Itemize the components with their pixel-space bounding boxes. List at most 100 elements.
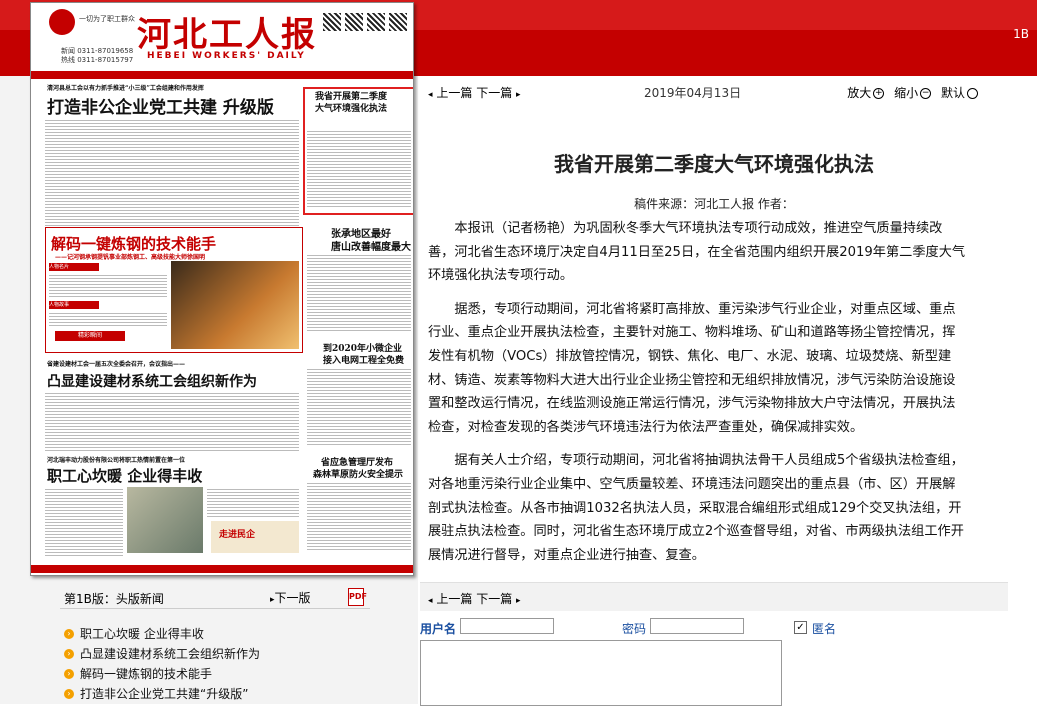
zhang-headline-line2: 唐山改善幅度最大 xyxy=(331,242,411,253)
comment-textarea[interactable] xyxy=(420,640,782,706)
next-version-label: 下一版 xyxy=(274,591,311,605)
next-article-link[interactable]: 下一篇 xyxy=(476,86,512,100)
zoom-in-button[interactable]: 放大 + xyxy=(847,86,885,100)
list-item[interactable]: › 打造非公企业党工共建“升级版” xyxy=(62,684,372,704)
article-paragraph: 本报讯（记者杨艳）为巩固秋冬季大气环境执法专项行动成效，推进空气质量持续改善，河… xyxy=(428,221,966,284)
banner-text: 走进民企 xyxy=(219,530,256,540)
password-label: 密码 xyxy=(622,622,647,636)
next-article-link-bottom[interactable]: 下一篇 xyxy=(476,592,512,606)
prev-article-link-bottom[interactable]: 上一篇 xyxy=(436,592,472,606)
forest-text-block xyxy=(307,481,411,551)
story-link[interactable]: 解码一键炼钢的技术能手 xyxy=(80,667,212,681)
circle-icon xyxy=(967,88,978,99)
prev-article-link[interactable]: 上一篇 xyxy=(436,86,472,100)
arrow-bullet-icon: › xyxy=(64,689,74,699)
story-link[interactable]: 职工心坎暖 企业得丰收 xyxy=(80,627,204,641)
page-version-nav: 第1B版：头版新闻 ▸下一版 PDF xyxy=(60,586,370,609)
zoom-in-label: 放大 xyxy=(847,86,872,100)
article-paragraph: 据悉，专项行动期间，河北省将紧盯高排放、重污染涉气行业企业，对重点区域、重点行业… xyxy=(428,301,956,435)
qr-code-icon xyxy=(323,13,341,31)
feature-tag-3: 精彩瞬间 xyxy=(55,331,125,341)
triangle-left-icon: ◂ xyxy=(428,596,433,606)
newspaper-name: 河北工人报 xyxy=(137,15,317,55)
qr-code-icon xyxy=(367,13,385,31)
article-paragraph: 据有关人士介绍，专项行动期间，河北省将抽调执法骨干人员组成5个省级执法检查组，对… xyxy=(428,453,964,563)
list-item[interactable]: › 解码一键炼钢的技术能手 xyxy=(62,664,372,684)
dateline-bar xyxy=(31,71,413,79)
list-item[interactable]: › 职工心坎暖 企业得丰收 xyxy=(62,624,372,644)
winter-text-block-2 xyxy=(207,487,299,517)
comment-login-row: 用户名 密码 匿名 xyxy=(420,616,1008,638)
triangle-left-icon: ◂ xyxy=(428,90,433,100)
arrow-bullet-icon: › xyxy=(64,649,74,659)
feature-subhead: ——记河钢承钢提钒事业部炼钢工、高级技能大师徐国明 xyxy=(55,254,206,261)
article-title: 我省开展第二季度大气环境强化执法 xyxy=(554,152,874,176)
feature-tag-2: 人物故事 xyxy=(49,301,99,309)
username-input[interactable] xyxy=(460,618,554,634)
newspaper-logo-icon xyxy=(49,9,75,35)
story-link[interactable]: 凸显建设建材系统工会组织新作为 xyxy=(80,647,260,661)
newspaper-slogan: 一切为了职工群众 xyxy=(79,15,135,23)
version-label: 第1B版：头版新闻 xyxy=(64,592,164,606)
newspaper-name-en: HEBEI WORKERS' DAILY xyxy=(147,51,306,61)
qr-code-icon xyxy=(345,13,363,31)
forest-headline-line2: 森林草原防火安全提示 xyxy=(313,470,404,480)
feature-text-1 xyxy=(49,273,167,297)
phone-hotline: 热线 0311-87015797 xyxy=(61,56,134,64)
article-body: 本报讯（记者杨艳）为巩固秋冬季大气环境执法专项行动成效，推进空气质量持续改善，河… xyxy=(428,217,968,577)
feature-photo xyxy=(171,261,299,349)
username-label: 用户名 xyxy=(420,622,457,636)
list-item[interactable]: › 凸显建设建材系统工会组织新作为 xyxy=(62,644,372,664)
triangle-right-icon: ▸ xyxy=(516,596,521,606)
bottom-prev-next: ◂ 上一篇 下一篇 ▸ xyxy=(428,590,521,607)
minus-icon: − xyxy=(920,88,932,99)
article-source: 稿件来源：河北工人报 作者： xyxy=(634,197,794,211)
password-input[interactable] xyxy=(650,618,744,634)
winter-headline: 职工心坎暖 企业得丰收 xyxy=(47,467,203,485)
winter-photo xyxy=(127,487,203,553)
rural-headline-line2: 接入电网工程全免费 xyxy=(323,356,405,366)
story-list: › 职工心坎暖 企业得丰收 › 凸显建设建材系统工会组织新作为 › 解码一键炼钢的技术… xyxy=(62,624,372,704)
private-enterprise-banner: 走进民企 xyxy=(211,521,299,553)
plus-icon: + xyxy=(873,88,885,99)
anonymous-label: 匿名 xyxy=(812,622,837,636)
zoom-default-label: 默认 xyxy=(940,86,965,100)
zoom-default-button[interactable]: 默认 xyxy=(941,86,978,100)
lead-kicker: 清河县总工会以有力抓手推进“小三级”工会组建和作用发挥 xyxy=(47,85,204,92)
next-version-link[interactable]: ▸下一版 xyxy=(270,589,311,606)
qr-code-icon xyxy=(389,13,407,31)
arrow-bullet-icon: › xyxy=(64,669,74,679)
building-text-block xyxy=(45,391,299,451)
pdf-icon[interactable]: PDF xyxy=(348,588,367,606)
article-nav-bottom: ◂ 上一篇 下一篇 ▸ xyxy=(420,582,1008,611)
anonymous-checkbox[interactable]: ✓ xyxy=(794,621,807,634)
rural-text-block xyxy=(307,367,411,447)
zoom-out-label: 缩小 xyxy=(894,86,919,100)
feature-tag-1: 人物名片 xyxy=(49,263,99,271)
article-nav-top: ◂ 上一篇 下一篇 ▸ 2019年04月13日 放大 + 缩小 − 默认 xyxy=(420,80,1008,104)
lead-text-block xyxy=(45,118,299,228)
issue-date: 2019年04月13日 xyxy=(644,86,742,100)
zoom-out-button[interactable]: 缩小 − xyxy=(894,86,932,100)
arrow-bullet-icon: › xyxy=(64,629,74,639)
masthead: 一切为了职工群众 河北工人报 HEBEI WORKERS' DAILY 新闻 0… xyxy=(31,3,413,69)
zoom-controls: 放大 + 缩小 − 默认 xyxy=(847,84,978,101)
building-kicker: 省建设建材工会一届五次全委会召开，会议指出—— xyxy=(47,361,186,368)
building-headline: 凸显建设建材系统工会组织新作为 xyxy=(47,374,257,390)
page-id-label: 1B xyxy=(1013,27,1029,41)
prev-next-links: ◂ 上一篇 下一篇 ▸ xyxy=(428,84,521,101)
feature-text-2 xyxy=(49,311,167,327)
lead-headline: 打造非公企业党工共建 升级版 xyxy=(47,98,274,118)
phone-news: 新闻 0311-87019658 xyxy=(61,47,134,55)
footer-bar xyxy=(31,565,413,573)
winter-kicker: 河北瑞丰动力股份有限公司将职工热情前置在第一位 xyxy=(47,457,186,464)
zhang-text-block xyxy=(307,253,411,333)
triangle-right-icon: ▸ xyxy=(516,90,521,100)
newspaper-page-thumbnail[interactable]: 一切为了职工群众 河北工人报 HEBEI WORKERS' DAILY 新闻 0… xyxy=(30,2,414,576)
feature-headline: 解码一键炼钢的技术能手 xyxy=(51,235,217,253)
story-link[interactable]: 打造非公企业党工共建“升级版” xyxy=(80,687,248,701)
highlighted-story-box[interactable] xyxy=(303,87,413,215)
qr-codes xyxy=(323,7,409,63)
winter-text-block xyxy=(45,487,123,557)
newspaper-phones: 新闻 0311-87019658 热线 0311-87015797 xyxy=(61,47,133,65)
